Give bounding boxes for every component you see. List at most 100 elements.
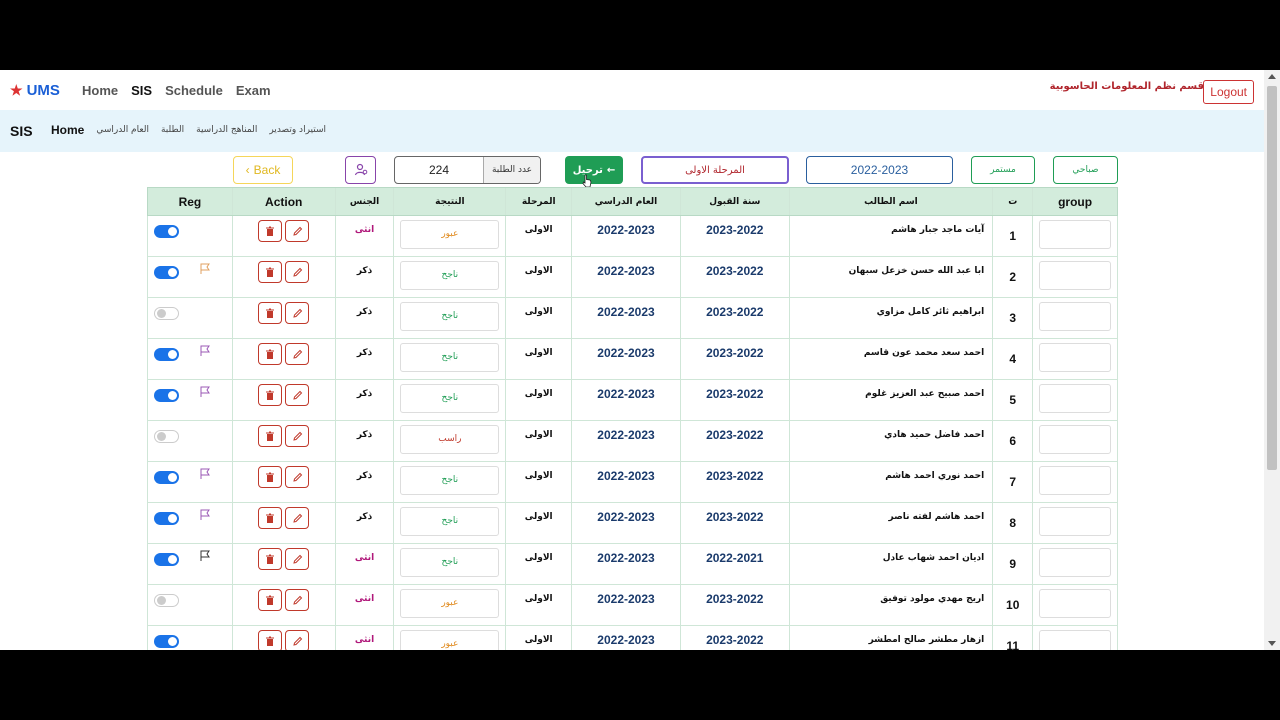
- user-settings-button[interactable]: [345, 156, 376, 184]
- result-cell: ناجح: [394, 380, 507, 420]
- group-input[interactable]: [1039, 260, 1112, 290]
- col-result[interactable]: النتيجة: [394, 188, 507, 215]
- edit-button[interactable]: [285, 589, 310, 611]
- result-field[interactable]: ناجح: [400, 260, 500, 290]
- edit-button[interactable]: [285, 548, 310, 570]
- delete-button[interactable]: [258, 466, 283, 488]
- shift-select[interactable]: صباحي: [1053, 156, 1118, 184]
- result-field[interactable]: ناجح: [400, 342, 500, 372]
- edit-button[interactable]: [285, 261, 310, 283]
- registration-toggle[interactable]: [154, 266, 179, 279]
- group-input[interactable]: [1039, 465, 1112, 495]
- result-field[interactable]: ناجح: [400, 301, 500, 331]
- col-reg[interactable]: Reg: [148, 188, 233, 215]
- subnav-academic-year[interactable]: العام الدراسي: [96, 125, 149, 137]
- delete-button[interactable]: [258, 548, 283, 570]
- page-scrollbar[interactable]: [1264, 70, 1280, 650]
- group-input[interactable]: [1039, 547, 1112, 577]
- flag-icon[interactable]: [199, 550, 211, 562]
- edit-button[interactable]: [285, 630, 310, 650]
- flag-icon[interactable]: [199, 263, 211, 275]
- group-input[interactable]: [1039, 383, 1112, 413]
- nav-sis[interactable]: SIS: [131, 83, 152, 98]
- delete-button[interactable]: [258, 507, 283, 529]
- sex-value: ذكر: [356, 307, 373, 317]
- logout-button[interactable]: Logout: [1203, 80, 1254, 104]
- col-sex[interactable]: الجنس: [336, 188, 395, 215]
- registration-toggle[interactable]: [154, 512, 179, 525]
- flag-icon[interactable]: [199, 345, 211, 357]
- subnav-curricula[interactable]: المناهج الدراسية: [196, 125, 257, 137]
- result-field[interactable]: ناجح: [400, 383, 500, 413]
- admission-cell: 2022-2021: [681, 544, 790, 584]
- subnav-students[interactable]: الطلبة: [161, 125, 184, 137]
- col-action[interactable]: Action: [233, 188, 336, 215]
- academic-year-value: 2022-2023: [597, 264, 655, 278]
- result-field[interactable]: عبور: [400, 219, 500, 249]
- registration-toggle[interactable]: [154, 307, 179, 320]
- study-type-select[interactable]: مستمر: [971, 156, 1035, 184]
- delete-button[interactable]: [258, 589, 283, 611]
- group-input[interactable]: [1039, 629, 1112, 650]
- delete-button[interactable]: [258, 630, 283, 650]
- result-field[interactable]: ناجح: [400, 465, 500, 495]
- registration-toggle[interactable]: [154, 635, 179, 648]
- group-input[interactable]: [1039, 301, 1112, 331]
- flag-icon[interactable]: [199, 509, 211, 521]
- stage-select[interactable]: المرحلة الاولى: [641, 156, 789, 184]
- subnav-import-export[interactable]: استيراد وتصدير: [269, 125, 326, 137]
- delete-button[interactable]: [258, 384, 283, 406]
- col-no[interactable]: ت: [993, 188, 1034, 215]
- flag-icon[interactable]: [199, 468, 211, 480]
- transfer-button[interactable]: ترحيل ←: [565, 156, 623, 184]
- result-field[interactable]: عبور: [400, 629, 500, 650]
- brand-logo[interactable]: ★ UMS: [10, 82, 60, 99]
- delete-button[interactable]: [258, 261, 283, 283]
- edit-button[interactable]: [285, 343, 310, 365]
- edit-button[interactable]: [285, 466, 310, 488]
- edit-button[interactable]: [285, 384, 310, 406]
- scroll-down-icon[interactable]: [1268, 641, 1276, 646]
- row-number: 9: [1009, 557, 1017, 571]
- col-admission[interactable]: سنة القبول: [681, 188, 790, 215]
- group-input[interactable]: [1039, 342, 1112, 372]
- group-input[interactable]: [1039, 424, 1112, 454]
- registration-toggle[interactable]: [154, 471, 179, 484]
- edit-button[interactable]: [285, 220, 310, 242]
- scroll-up-icon[interactable]: [1268, 74, 1276, 79]
- registration-toggle[interactable]: [154, 553, 179, 566]
- delete-button[interactable]: [258, 302, 283, 324]
- registration-toggle[interactable]: [154, 389, 179, 402]
- delete-button[interactable]: [258, 220, 283, 242]
- registration-toggle[interactable]: [154, 430, 179, 443]
- result-field[interactable]: ناجح: [400, 547, 500, 577]
- registration-toggle[interactable]: [154, 225, 179, 238]
- col-name[interactable]: اسم الطالب: [790, 188, 994, 215]
- registration-toggle[interactable]: [154, 348, 179, 361]
- subnav-home[interactable]: Home: [51, 123, 84, 137]
- col-year[interactable]: العام الدراسي: [572, 188, 681, 215]
- nav-exam[interactable]: Exam: [236, 83, 271, 98]
- nav-home[interactable]: Home: [82, 83, 118, 98]
- year-select[interactable]: 2022-2023: [806, 156, 953, 184]
- scroll-thumb[interactable]: [1267, 86, 1277, 470]
- group-input[interactable]: [1039, 506, 1112, 536]
- group-input[interactable]: [1039, 219, 1112, 249]
- result-field[interactable]: راسب: [400, 424, 500, 454]
- delete-button[interactable]: [258, 343, 283, 365]
- col-group[interactable]: group: [1033, 188, 1117, 215]
- edit-button[interactable]: [285, 507, 310, 529]
- edit-button[interactable]: [285, 425, 310, 447]
- group-input[interactable]: [1039, 588, 1112, 618]
- result-field[interactable]: ناجح: [400, 506, 500, 536]
- back-button[interactable]: ‹ Back: [233, 156, 293, 184]
- col-stage[interactable]: المرحلة: [506, 188, 573, 215]
- reg-cell: [148, 257, 233, 297]
- flag-icon[interactable]: [199, 386, 211, 398]
- result-field[interactable]: عبور: [400, 588, 500, 618]
- student-name: احمد فاضل حميد هادي: [884, 430, 985, 440]
- delete-button[interactable]: [258, 425, 283, 447]
- nav-schedule[interactable]: Schedule: [165, 83, 223, 98]
- edit-button[interactable]: [285, 302, 310, 324]
- registration-toggle[interactable]: [154, 594, 179, 607]
